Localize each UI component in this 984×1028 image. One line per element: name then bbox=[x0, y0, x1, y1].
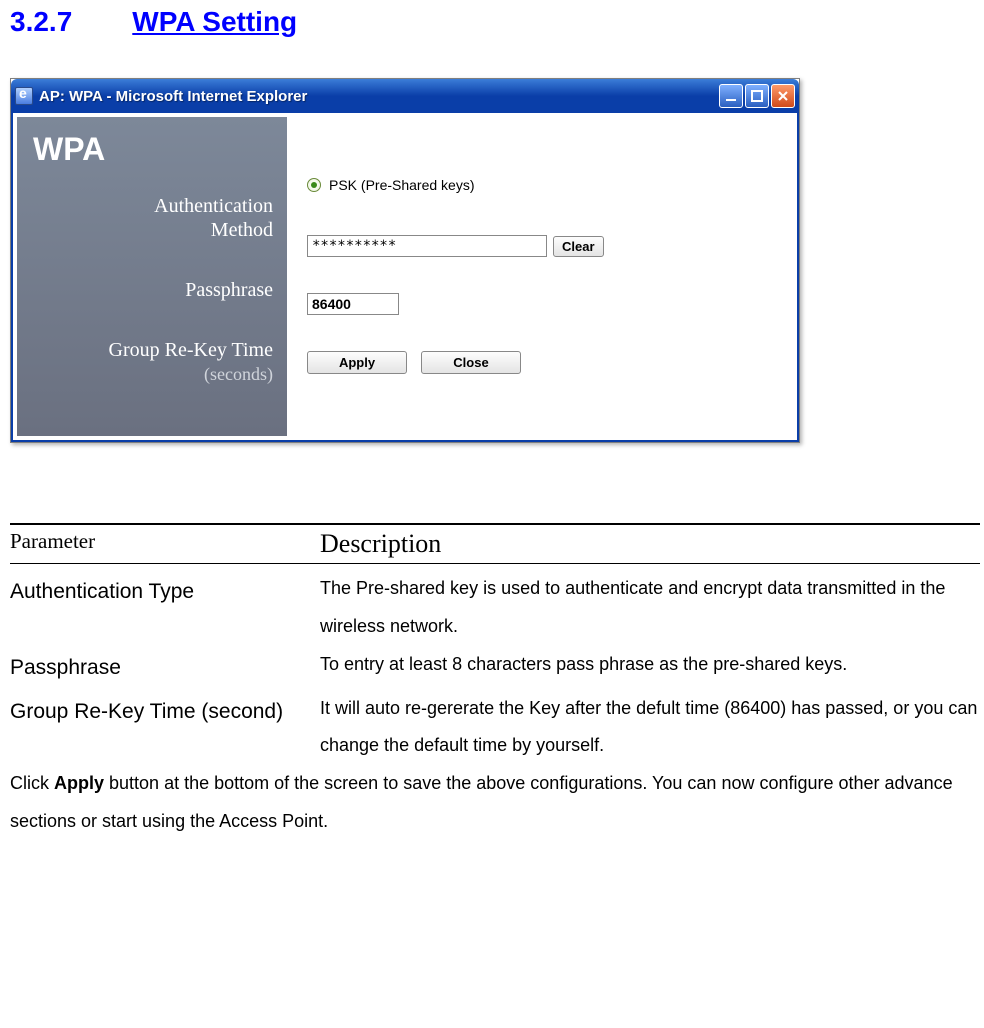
titlebar: AP: WPA - Microsoft Internet Explorer bbox=[11, 79, 799, 113]
passphrase-row: Clear bbox=[307, 235, 783, 257]
apply-button[interactable]: Apply bbox=[307, 351, 407, 374]
rekey-input[interactable] bbox=[307, 293, 399, 315]
param-name: Authentication Type bbox=[10, 570, 320, 646]
sidebar: WPA Authentication Method Passphrase Gro… bbox=[17, 117, 287, 436]
table-row: Authentication Type The Pre-shared key i… bbox=[10, 570, 980, 646]
close-button[interactable] bbox=[771, 84, 795, 108]
parameter-table: Parameter Description Authentication Typ… bbox=[10, 523, 980, 765]
rekey-row bbox=[307, 293, 783, 315]
passphrase-label: Passphrase bbox=[17, 278, 273, 302]
radio-selected-icon bbox=[307, 178, 321, 192]
apply-emphasis: Apply bbox=[54, 773, 104, 793]
maximize-button[interactable] bbox=[745, 84, 769, 108]
header-description: Description bbox=[320, 529, 441, 559]
section-heading: 3.2.7 WPA Setting bbox=[10, 0, 974, 38]
footnote: Click Apply button at the bottom of the … bbox=[10, 765, 974, 841]
window-title: AP: WPA - Microsoft Internet Explorer bbox=[39, 88, 719, 105]
table-row: Group Re-Key Time (second) It will auto … bbox=[10, 690, 980, 766]
param-name: Passphrase bbox=[10, 646, 320, 690]
window-controls bbox=[719, 84, 795, 108]
rekey-label: Group Re-Key Time (seconds) bbox=[17, 338, 273, 386]
param-name: Group Re-Key Time (second) bbox=[10, 690, 320, 766]
param-desc: To entry at least 8 characters pass phra… bbox=[320, 646, 980, 690]
ie-icon bbox=[15, 87, 33, 105]
button-row: Apply Close bbox=[307, 351, 783, 374]
table-header: Parameter Description bbox=[10, 525, 980, 564]
close-form-button[interactable]: Close bbox=[421, 351, 521, 374]
window-body: WPA Authentication Method Passphrase Gro… bbox=[11, 113, 799, 442]
form-area: PSK (Pre-Shared keys) Clear Apply Close bbox=[287, 117, 793, 436]
sidebar-heading: WPA bbox=[17, 131, 273, 168]
auth-method-label: Authentication Method bbox=[17, 194, 273, 242]
header-parameter: Parameter bbox=[10, 529, 320, 559]
auth-option-label: PSK (Pre-Shared keys) bbox=[329, 177, 475, 193]
section-number: 3.2.7 bbox=[10, 6, 72, 38]
passphrase-input[interactable] bbox=[307, 235, 547, 257]
clear-button[interactable]: Clear bbox=[553, 236, 604, 257]
minimize-button[interactable] bbox=[719, 84, 743, 108]
table-body: Authentication Type The Pre-shared key i… bbox=[10, 564, 980, 765]
param-desc: The Pre-shared key is used to authentica… bbox=[320, 570, 980, 646]
table-row: Passphrase To entry at least 8 character… bbox=[10, 646, 980, 690]
browser-window: AP: WPA - Microsoft Internet Explorer WP… bbox=[10, 78, 800, 443]
auth-method-option[interactable]: PSK (Pre-Shared keys) bbox=[307, 177, 783, 193]
section-title: WPA Setting bbox=[132, 6, 297, 37]
param-desc: It will auto re-gererate the Key after t… bbox=[320, 690, 980, 766]
